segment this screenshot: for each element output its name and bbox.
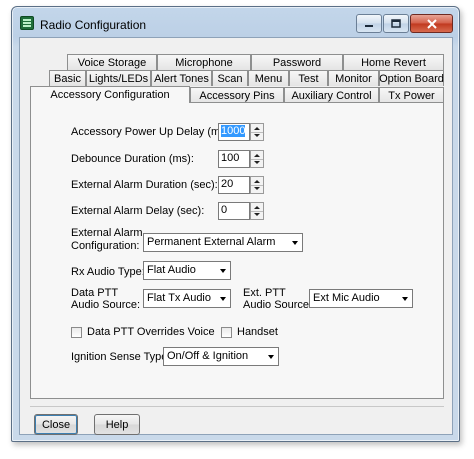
tab-accessory-pins[interactable]: Accessory Pins [190,87,284,103]
footer-divider [30,406,444,407]
external-alarm-delay-input[interactable]: 0 [218,202,250,220]
ext-ptt-audio-source-value: Ext Mic Audio [313,292,380,304]
tab-microphone[interactable]: Microphone [157,54,251,70]
tab-tx-power[interactable]: Tx Power [379,87,444,103]
rx-audio-type-label: Rx Audio Type: [71,266,145,278]
accessory-power-up-delay-input[interactable]: 1000 [218,123,250,141]
ext-ptt-audio-source-label-line1: Ext. PTT [243,287,286,299]
chevron-down-icon[interactable] [397,290,412,307]
handset-label[interactable]: Handset [237,326,278,338]
tab-monitor[interactable]: Monitor [328,70,379,86]
spin-arrows-icon[interactable] [250,202,264,220]
ext-ptt-audio-source-select[interactable]: Ext Mic Audio [309,289,413,308]
radio-configuration-window: Radio Configuration Voice Storage Microp… [11,6,460,442]
data-ptt-audio-source-label-line2: Audio Source: [71,299,141,311]
selected-text: 1000 [221,125,246,137]
debounce-duration-label: Debounce Duration (ms): [71,153,194,165]
tab-accessory-configuration[interactable]: Accessory Configuration [30,86,190,103]
external-alarm-duration-label: External Alarm Duration (sec): [71,179,218,191]
chevron-down-icon[interactable] [287,234,302,251]
ignition-sense-type-label: Ignition Sense Type: [71,351,171,363]
dialog-client-area: Voice Storage Microphone Password Home R… [19,37,453,435]
external-alarm-configuration-label-line1: External Alarm [71,227,143,239]
data-ptt-audio-source-select[interactable]: Flat Tx Audio [143,289,231,308]
ext-ptt-audio-source-label-line2: Audio Source: [243,299,313,311]
tab-voice-storage[interactable]: Voice Storage [67,54,157,70]
ignition-sense-type-value: On/Off & Ignition [167,350,249,362]
window-title: Radio Configuration [40,18,147,32]
accessory-power-up-delay-label: Accessory Power Up Delay (ms): [71,126,233,138]
external-alarm-delay-label: External Alarm Delay (sec): [71,205,205,217]
tab-basic[interactable]: Basic [49,70,86,86]
chevron-down-icon[interactable] [215,290,230,307]
accessory-configuration-panel: Accessory Power Up Delay (ms): 1000 Debo… [30,102,444,399]
rx-audio-type-select[interactable]: Flat Audio [143,261,231,280]
tab-auxiliary-control[interactable]: Auxiliary Control [284,87,379,103]
maximize-icon [391,18,401,28]
close-button[interactable]: Close [34,414,78,435]
tab-alert-tones[interactable]: Alert Tones [151,70,212,86]
debounce-duration-input[interactable]: 100 [218,150,250,168]
tab-menu[interactable]: Menu [248,70,289,86]
tab-lights-leds[interactable]: Lights/LEDs [86,70,151,86]
tab-test[interactable]: Test [289,70,328,86]
minimize-button[interactable] [356,14,382,33]
spin-arrows-icon[interactable] [250,176,264,194]
rx-audio-type-value: Flat Audio [147,264,196,276]
data-ptt-overrides-voice-checkbox[interactable] [71,327,82,338]
tab-home-revert[interactable]: Home Revert [343,54,444,70]
chevron-down-icon[interactable] [215,262,230,279]
ignition-sense-type-select[interactable]: On/Off & Ignition [163,347,279,366]
spin-arrows-icon[interactable] [250,123,264,141]
data-ptt-audio-source-value: Flat Tx Audio [147,292,211,304]
handset-checkbox[interactable] [221,327,232,338]
minimize-icon [365,24,373,27]
title-bar[interactable]: Radio Configuration [12,7,459,37]
help-button[interactable]: Help [94,414,140,435]
close-icon [426,18,437,29]
tab-password[interactable]: Password [251,54,343,70]
external-alarm-configuration-select[interactable]: Permanent External Alarm [143,233,303,252]
external-alarm-configuration-label-line2: Configuration: [71,240,140,252]
external-alarm-duration-input[interactable]: 20 [218,176,250,194]
tab-option-board[interactable]: Option Board [379,70,444,86]
data-ptt-audio-source-label-line1: Data PTT [71,287,119,299]
tab-scan[interactable]: Scan [212,70,248,86]
data-ptt-overrides-voice-label[interactable]: Data PTT Overrides Voice [87,326,215,338]
radio-config-app-icon [20,16,34,30]
maximize-button[interactable] [383,14,409,33]
spin-arrows-icon[interactable] [250,150,264,168]
chevron-down-icon[interactable] [263,348,278,365]
caption-buttons [356,14,453,33]
external-alarm-configuration-value: Permanent External Alarm [147,236,276,248]
close-window-button[interactable] [410,14,453,33]
